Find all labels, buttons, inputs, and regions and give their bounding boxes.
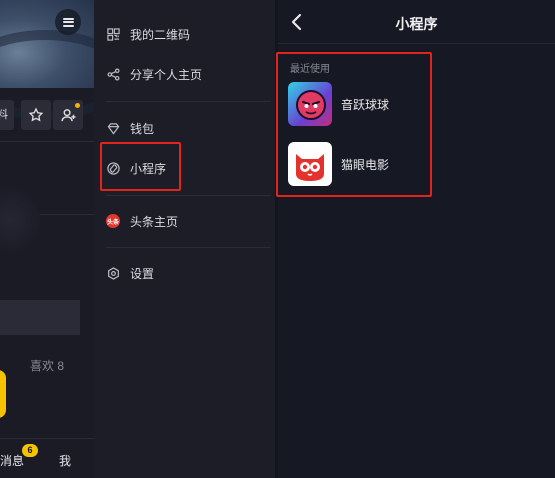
messages-tab[interactable]: 消息 bbox=[0, 452, 24, 469]
menu-button[interactable] bbox=[55, 9, 81, 35]
add-user-icon bbox=[60, 108, 76, 121]
qr-code-icon bbox=[106, 27, 120, 41]
drawer-item-settings[interactable]: 设置 bbox=[106, 263, 154, 283]
add-friend-button[interactable] bbox=[53, 100, 83, 130]
drawer-item-label: 分享个人主页 bbox=[130, 67, 203, 82]
page-title: 小程序 bbox=[395, 16, 438, 32]
mini-programs-page: 小程序 最近使用 音跃球球 猫眼电影 bbox=[276, 0, 555, 478]
drawer-item-qr-code[interactable]: 我的二维码 bbox=[106, 24, 190, 44]
me-tab[interactable]: 我 bbox=[59, 452, 71, 469]
profile-background: 料 喜欢 8 消息 6 我 bbox=[0, 0, 94, 478]
drawer-item-share-profile[interactable]: 分享个人主页 bbox=[106, 64, 202, 84]
hamburger-icon bbox=[62, 17, 74, 27]
star-icon bbox=[28, 107, 44, 122]
favorites-button[interactable] bbox=[21, 100, 51, 130]
drawer-item-wallet[interactable]: 钱包 bbox=[106, 118, 154, 138]
drawer-divider bbox=[106, 195, 271, 196]
highlight-box-recent bbox=[276, 52, 432, 197]
notification-dot bbox=[75, 103, 80, 108]
likes-tab[interactable]: 喜欢 8 bbox=[30, 357, 64, 374]
drawer-item-label: 我的二维码 bbox=[130, 27, 191, 42]
side-drawer: 我的二维码 分享个人主页 钱包 小程序 头条 头条主页 设置 bbox=[94, 0, 275, 478]
profile-cover-image bbox=[0, 0, 94, 120]
drawer-divider bbox=[106, 101, 271, 102]
edit-profile-label: 料 bbox=[0, 109, 8, 121]
divider bbox=[0, 141, 94, 142]
drawer-item-label: 头条主页 bbox=[130, 214, 179, 229]
edit-profile-button[interactable]: 料 bbox=[0, 100, 14, 130]
drawer-item-label: 设置 bbox=[130, 266, 155, 281]
drawer-item-label: 钱包 bbox=[130, 121, 155, 136]
content-placeholder bbox=[0, 300, 80, 335]
wallet-icon bbox=[106, 121, 120, 135]
highlight-box-mini-programs bbox=[100, 142, 181, 191]
page-header: 小程序 bbox=[278, 0, 555, 44]
messages-badge: 6 bbox=[22, 444, 38, 457]
share-icon bbox=[106, 67, 120, 81]
floating-button[interactable] bbox=[0, 370, 6, 418]
divider bbox=[0, 438, 94, 439]
toutiao-icon: 头条 bbox=[106, 214, 120, 228]
settings-icon bbox=[106, 266, 120, 280]
blurred-content bbox=[0, 185, 40, 255]
drawer-divider bbox=[106, 247, 271, 248]
drawer-item-toutiao[interactable]: 头条 头条主页 bbox=[106, 211, 178, 231]
